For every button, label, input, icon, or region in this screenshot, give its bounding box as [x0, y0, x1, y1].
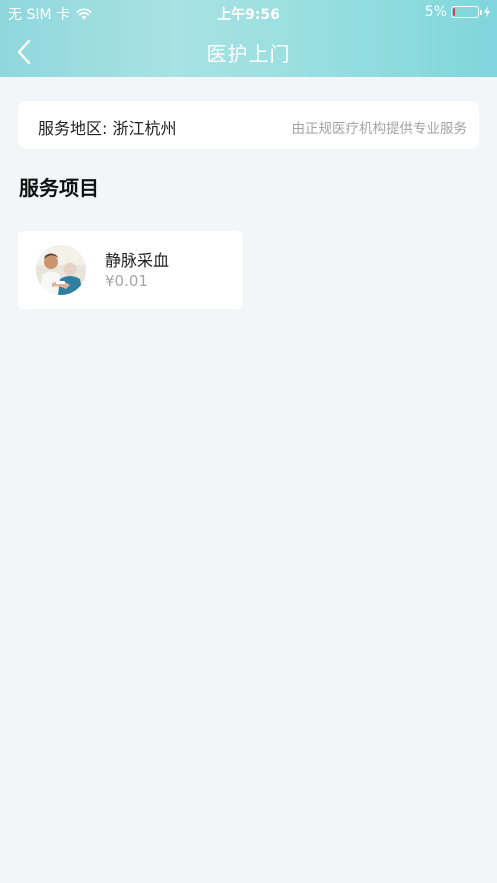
page-title: 医护上门 — [206, 42, 291, 66]
service-region-label: 服务地区: 浙江杭州 — [38, 119, 177, 138]
service-thumbnail — [36, 245, 86, 295]
battery-icon — [451, 6, 482, 18]
header: 无 SIM 卡 上午9:56 5% 医护上门 — [0, 0, 497, 77]
service-region-card: 服务地区: 浙江杭州 由正规医疗机构提供专业服务 — [18, 101, 479, 149]
nav-bar: 医护上门 — [0, 26, 497, 77]
charging-icon — [483, 6, 491, 18]
service-provider-note: 由正规医疗机构提供专业服务 — [291, 121, 468, 137]
status-time: 上午9:56 — [217, 7, 280, 23]
service-name: 静脉采血 — [105, 251, 170, 270]
service-price: ¥0.01 — [105, 272, 148, 290]
battery-fill — [453, 8, 455, 16]
status-right: 5% — [425, 4, 491, 20]
status-bar: 无 SIM 卡 上午9:56 5% — [0, 0, 497, 26]
section-title: 服务项目 — [19, 176, 99, 200]
service-item-card[interactable]: 静脉采血 ¥0.01 — [18, 231, 243, 309]
battery-percent: 5% — [424, 4, 447, 20]
